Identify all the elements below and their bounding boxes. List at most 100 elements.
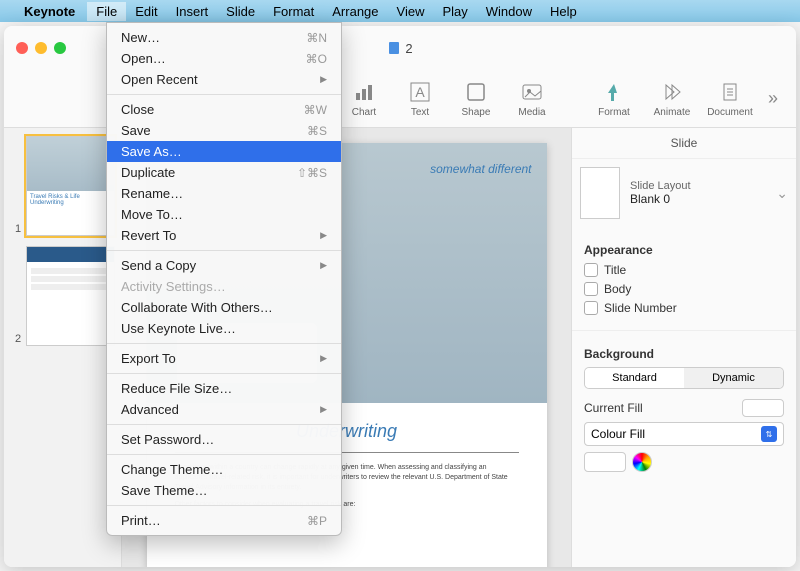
menu-help[interactable]: Help	[541, 2, 586, 21]
menu-view[interactable]: View	[388, 2, 434, 21]
menu-item-duplicate[interactable]: Duplicate⇧⌘S	[107, 162, 341, 183]
body-label: Body	[604, 282, 631, 296]
slide-thumbnail-1[interactable]: 1 Travel Risks & Life Underwriting	[26, 136, 115, 236]
menu-item-label: Collaborate With Others…	[121, 300, 273, 315]
menu-item-close[interactable]: Close⌘W	[107, 99, 341, 120]
menu-slide[interactable]: Slide	[217, 2, 264, 21]
chart-icon	[352, 80, 376, 104]
menu-item-collaborate-with-others[interactable]: Collaborate With Others…	[107, 297, 341, 318]
select-arrows-icon: ⇅	[761, 426, 777, 442]
menu-item-label: Save	[121, 123, 151, 138]
format-icon	[602, 80, 626, 104]
menu-shortcut: ⌘W	[304, 103, 327, 117]
toolbar-text[interactable]: AText	[394, 80, 446, 118]
slide-layout-picker[interactable]: Slide Layout Blank 0 ⌄	[572, 159, 796, 227]
menu-item-move-to[interactable]: Move To…	[107, 204, 341, 225]
toolbar-overflow[interactable]: »	[760, 88, 786, 109]
menu-shortcut: ⌘N	[306, 31, 327, 45]
body-checkbox[interactable]	[584, 282, 598, 296]
seg-standard[interactable]: Standard	[585, 368, 684, 388]
menu-item-change-theme[interactable]: Change Theme…	[107, 459, 341, 480]
submenu-arrow-icon: ▶	[320, 260, 327, 271]
fill-type-select[interactable]: Colour Fill ⇅	[584, 422, 784, 446]
fill-color-swatch[interactable]	[584, 452, 626, 472]
seg-dynamic[interactable]: Dynamic	[684, 368, 783, 388]
menu-shortcut: ⇧⌘S	[297, 166, 327, 180]
app-name[interactable]: Keynote	[16, 2, 83, 21]
menu-file[interactable]: File	[87, 2, 126, 21]
menu-item-use-keynote-live[interactable]: Use Keynote Live…	[107, 318, 341, 339]
toolbar-format[interactable]: Format	[588, 80, 640, 118]
menu-separator	[107, 94, 341, 95]
toolbar-media[interactable]: Media	[506, 80, 558, 118]
fill-type-value: Colour Fill	[591, 427, 645, 441]
background-segmented[interactable]: Standard Dynamic	[584, 367, 784, 389]
menu-separator	[107, 454, 341, 455]
menu-item-export-to[interactable]: Export To▶	[107, 348, 341, 369]
menu-item-open-recent[interactable]: Open Recent ▶	[107, 69, 341, 90]
menu-separator	[107, 424, 341, 425]
title-checkbox[interactable]	[584, 263, 598, 277]
slidenum-checkbox[interactable]	[584, 301, 598, 315]
menu-insert[interactable]: Insert	[167, 2, 218, 21]
menu-item-label: Use Keynote Live…	[121, 321, 236, 336]
menu-shortcut: ⌘S	[307, 124, 327, 138]
menu-item-label: Print…	[121, 513, 161, 528]
document-icon	[387, 41, 401, 55]
submenu-arrow-icon: ▶	[320, 74, 327, 85]
thumb-number: 1	[15, 223, 21, 235]
menu-separator	[107, 505, 341, 506]
menu-shortcut: ⌘O	[306, 52, 327, 66]
menu-item-activity-settings: Activity Settings…	[107, 276, 341, 297]
menu-item-label: New…	[121, 30, 160, 45]
menu-item-save-theme[interactable]: Save Theme…	[107, 480, 341, 501]
menu-separator	[107, 343, 341, 344]
toolbar-chart[interactable]: Chart	[338, 80, 390, 118]
menu-item-save-as[interactable]: Save As…	[107, 141, 341, 162]
toolbar-shape[interactable]: Shape	[450, 80, 502, 118]
current-fill-well[interactable]	[742, 399, 784, 417]
menu-item-label: Reduce File Size…	[121, 381, 232, 396]
layout-name: Blank 0	[630, 192, 766, 206]
menu-item-new[interactable]: New… ⌘N	[107, 27, 341, 48]
toolbar-animate[interactable]: Animate	[646, 80, 698, 118]
svg-text:A: A	[415, 84, 425, 100]
submenu-arrow-icon: ▶	[320, 353, 327, 364]
menu-item-reduce-file-size[interactable]: Reduce File Size…	[107, 378, 341, 399]
menu-item-revert-to[interactable]: Revert To▶	[107, 225, 341, 246]
menu-item-label: Open Recent	[121, 72, 198, 87]
menu-arrange[interactable]: Arrange	[323, 2, 387, 21]
menu-item-set-password[interactable]: Set Password…	[107, 429, 341, 450]
menu-item-print[interactable]: Print…⌘P	[107, 510, 341, 531]
toolbar-document[interactable]: Document	[704, 80, 756, 118]
submenu-arrow-icon: ▶	[320, 404, 327, 415]
menu-play[interactable]: Play	[433, 2, 476, 21]
color-picker-button[interactable]	[632, 452, 652, 472]
menu-item-advanced[interactable]: Advanced ▶	[107, 399, 341, 420]
slide-thumbnail-2[interactable]: 2	[26, 246, 115, 346]
thumb-number: 2	[15, 333, 21, 345]
menu-item-label: Move To…	[121, 207, 183, 222]
menu-item-label: Set Password…	[121, 432, 214, 447]
menu-item-send-a-copy[interactable]: Send a Copy ▶	[107, 255, 341, 276]
brand-tag: somewhat different	[430, 163, 531, 175]
file-menu-dropdown: New…⌘NOpen…⌘OOpen Recent▶Close⌘WSave⌘SSa…	[106, 22, 342, 536]
menu-edit[interactable]: Edit	[126, 2, 166, 21]
shape-icon	[464, 80, 488, 104]
menu-format[interactable]: Format	[264, 2, 323, 21]
menu-item-open[interactable]: Open… ⌘O	[107, 48, 341, 69]
inspector-panel: Slide Slide Layout Blank 0 ⌄ Appearance …	[571, 128, 796, 567]
menu-item-label: Rename…	[121, 186, 183, 201]
menu-item-rename[interactable]: Rename…	[107, 183, 341, 204]
menu-item-label: Change Theme…	[121, 462, 223, 477]
layout-thumbnail	[580, 167, 620, 219]
menu-item-label: Save As…	[121, 144, 182, 159]
menu-item-label: Open…	[121, 51, 166, 66]
menu-item-save[interactable]: Save ⌘S	[107, 120, 341, 141]
menu-item-label: Activity Settings…	[121, 279, 226, 294]
menu-separator	[107, 373, 341, 374]
menu-window[interactable]: Window	[477, 2, 541, 21]
slide-navigator: 1 Travel Risks & Life Underwriting 2	[4, 128, 122, 567]
menu-item-label: Advanced	[121, 402, 179, 417]
menu-item-label: Send a Copy	[121, 258, 196, 273]
